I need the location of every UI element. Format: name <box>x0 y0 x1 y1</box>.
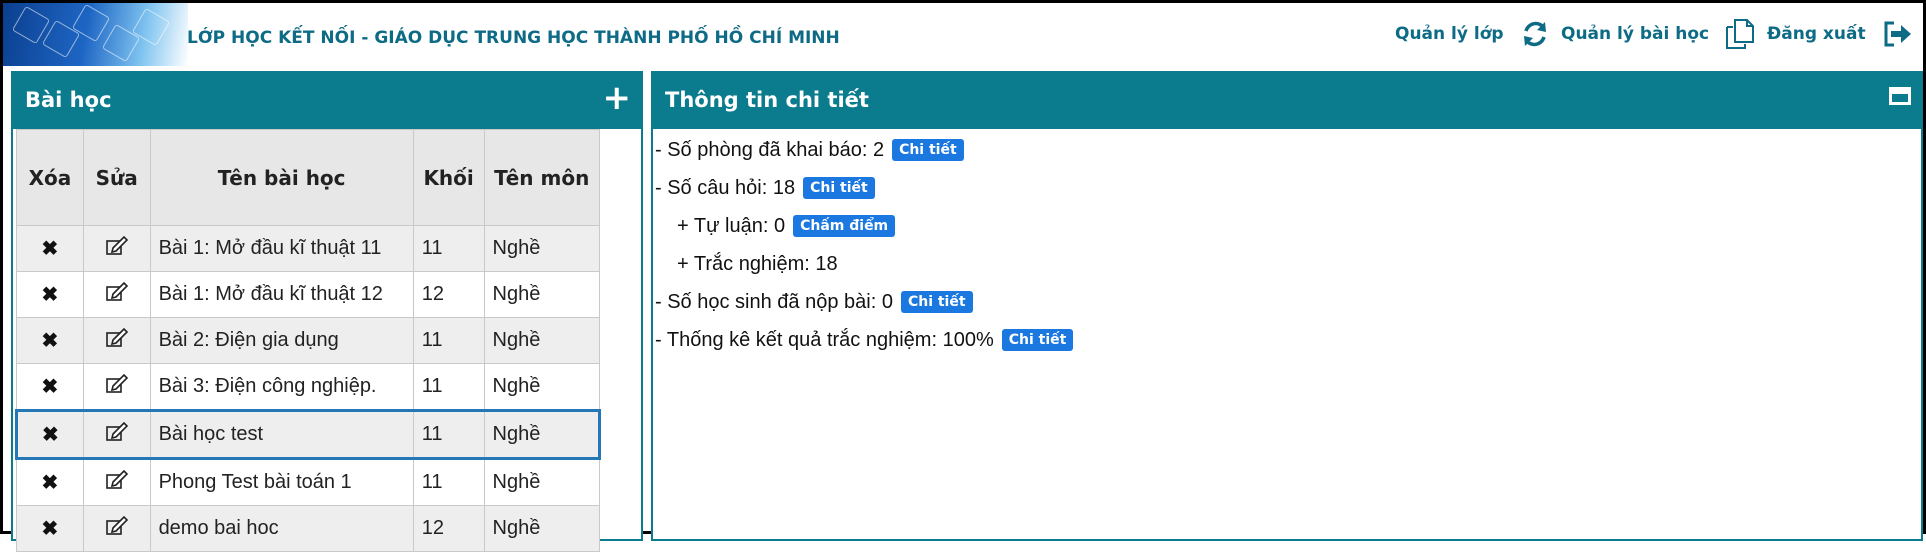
lesson-grade: 12 <box>412 505 485 552</box>
delete-icon[interactable]: ✖ <box>42 284 59 306</box>
edit-icon[interactable] <box>105 281 128 307</box>
lesson-subject: Nghề <box>483 458 601 506</box>
delete-icon[interactable]: ✖ <box>42 518 59 540</box>
lesson-subject: Nghề <box>483 317 601 364</box>
nav-lesson-management-label[interactable]: Quản lý bài học <box>1561 24 1709 44</box>
lesson-subject: Nghề <box>483 225 601 272</box>
delete-icon[interactable]: ✖ <box>42 330 59 352</box>
table-row[interactable]: ✖ Phong Test bài toán 1 11 Nghề <box>16 458 601 506</box>
table-row[interactable]: ✖ Bài 2: Điện gia dụng 11 Nghề <box>16 317 601 364</box>
lesson-name: Phong Test bài toán 1 <box>149 458 414 506</box>
edit-icon[interactable] <box>105 235 128 261</box>
delete-icon[interactable]: ✖ <box>42 472 59 494</box>
lessons-panel: Bài học + Xóa Sửa Tên bài học Khối Tên m… <box>11 71 643 552</box>
table-row-selected[interactable]: ✖ Bài học test 11 Nghề <box>15 409 602 460</box>
nav-class-management-label[interactable]: Quản lý lớp <box>1395 24 1504 44</box>
table-row[interactable]: ✖ demo bai hoc 12 Nghề <box>16 505 601 552</box>
detail-panel: Thông tin chi tiết - Số phòng đã khai bá… <box>651 71 1923 541</box>
table-row[interactable]: ✖ Bài 1: Mở đầu kĩ thuật 11 11 Nghề <box>16 225 601 272</box>
detail-line-submissions: - Số học sinh đã nộp bài: 0 Chi tiết <box>655 283 1073 321</box>
edit-icon[interactable] <box>105 327 128 353</box>
lesson-name: Bài 1: Mở đầu kĩ thuật 11 <box>149 225 414 272</box>
lessons-panel-header: Bài học + <box>13 73 641 129</box>
detail-text: - Số học sinh đã nộp bài: 0 <box>655 290 893 313</box>
edit-icon[interactable] <box>105 469 128 495</box>
nav-class-management[interactable]: Quản lý lớp <box>1395 17 1552 51</box>
detail-badge-button[interactable]: Chi tiết <box>900 291 973 313</box>
nav-lesson-management[interactable]: Quản lý bài học <box>1561 17 1757 51</box>
copy-icon[interactable] <box>1723 17 1757 51</box>
lesson-grade: 11 <box>412 225 485 272</box>
delete-icon[interactable]: ✖ <box>42 238 59 260</box>
column-header-lesson-name: Tên bài học <box>149 129 414 226</box>
lesson-name: Bài 3: Điện công nghiệp. <box>149 363 414 411</box>
logo-banner <box>3 3 188 66</box>
lesson-name: Bài học test <box>149 409 414 460</box>
refresh-icon[interactable] <box>1518 17 1552 51</box>
lesson-grade: 11 <box>412 409 485 460</box>
edit-icon[interactable] <box>105 421 128 447</box>
detail-line-essay: + Tự luận: 0 Chấm điểm <box>655 207 1073 245</box>
edit-icon[interactable] <box>105 515 128 541</box>
column-header-edit: Sửa <box>82 129 151 226</box>
lesson-grade: 11 <box>412 363 485 411</box>
detail-line-multiple-choice: + Trắc nghiệm: 18 <box>655 245 1073 283</box>
lesson-subject: Nghề <box>483 271 601 318</box>
detail-badge-button[interactable]: Chi tiết <box>1001 329 1074 351</box>
detail-text: - Số câu hỏi: 18 <box>655 176 796 199</box>
detail-text: - Số phòng đã khai báo: 2 <box>655 138 885 161</box>
column-header-grade: Khối <box>412 129 485 226</box>
detail-panel-title: Thông tin chi tiết <box>665 88 869 112</box>
maximize-icon[interactable] <box>1889 87 1911 105</box>
lessons-table: Xóa Sửa Tên bài học Khối Tên môn ✖ Bài 1… <box>15 129 602 552</box>
lesson-grade: 11 <box>412 317 485 364</box>
lessons-panel-title: Bài học <box>25 88 112 112</box>
nav-logout[interactable]: Đăng xuất <box>1767 17 1914 51</box>
column-header-subject: Tên môn <box>483 129 601 226</box>
detail-panel-header: Thông tin chi tiết <box>653 73 1921 129</box>
detail-badge-button[interactable]: Chi tiết <box>803 177 875 199</box>
grade-badge-button[interactable]: Chấm điểm <box>793 215 896 237</box>
lesson-grade: 12 <box>412 271 485 318</box>
detail-text: + Tự luận: 0 <box>677 214 786 237</box>
lesson-name: Bài 2: Điện gia dụng <box>149 317 414 364</box>
app-title: LỚP HỌC KẾT NỐI - GIÁO DỤC TRUNG HỌC THÀ… <box>187 28 840 48</box>
detail-list: - Số phòng đã khai báo: 2 Chi tiết - Số … <box>655 131 1074 359</box>
column-header-delete: Xóa <box>16 129 84 226</box>
detail-text: + Trắc nghiệm: 18 <box>677 252 838 275</box>
detail-line-statistics: - Thống kê kết quả trắc nghiệm: 100% Chi… <box>655 321 1074 359</box>
detail-line-questions: - Số câu hỏi: 18 Chi tiết <box>655 169 1073 207</box>
lesson-name: Bài 1: Mở đầu kĩ thuật 12 <box>149 271 414 318</box>
lesson-name: demo bai hoc <box>149 505 414 552</box>
detail-badge-button[interactable]: Chi tiết <box>892 139 964 161</box>
lesson-grade: 11 <box>412 458 485 506</box>
logout-icon[interactable] <box>1880 17 1914 51</box>
delete-icon[interactable]: ✖ <box>42 376 59 398</box>
edit-icon[interactable] <box>105 373 128 399</box>
lesson-subject: Nghề <box>483 409 602 460</box>
nav-logout-label[interactable]: Đăng xuất <box>1767 24 1866 44</box>
app-window: LỚP HỌC KẾT NỐI - GIÁO DỤC TRUNG HỌC THÀ… <box>0 0 1926 552</box>
top-bar: LỚP HỌC KẾT NỐI - GIÁO DỤC TRUNG HỌC THÀ… <box>3 3 1923 66</box>
delete-icon[interactable]: ✖ <box>42 424 59 446</box>
detail-line-rooms: - Số phòng đã khai báo: 2 Chi tiết <box>655 131 1073 169</box>
table-row[interactable]: ✖ Bài 3: Điện công nghiệp. 11 Nghề <box>16 363 601 411</box>
add-lesson-button[interactable]: + <box>603 81 632 115</box>
lesson-subject: Nghề <box>483 363 601 411</box>
detail-text: - Thống kê kết quả trắc nghiệm: 100% <box>655 328 994 351</box>
table-row[interactable]: ✖ Bài 1: Mở đầu kĩ thuật 12 12 Nghề <box>16 271 601 318</box>
lesson-subject: Nghề <box>483 505 601 552</box>
